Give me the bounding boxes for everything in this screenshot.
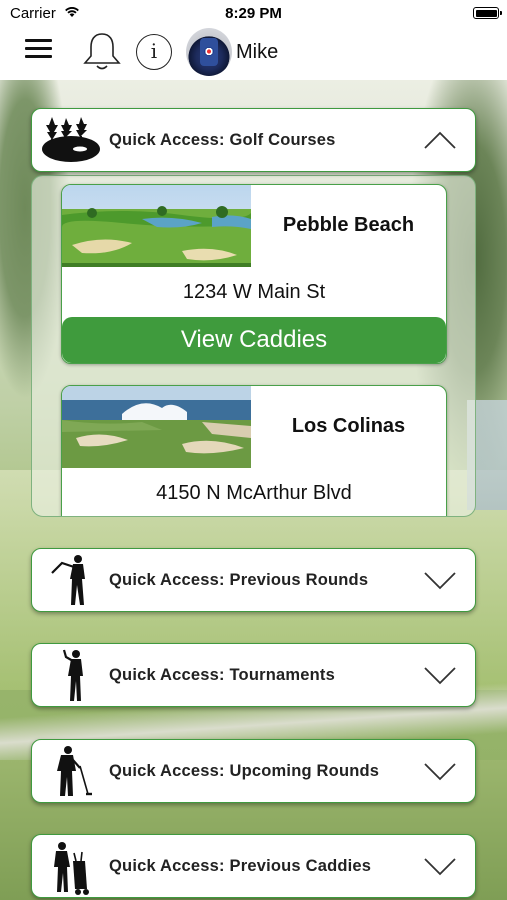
course-address: 1234 W Main St xyxy=(182,281,326,303)
los-colinas-photo xyxy=(62,386,251,468)
golf-course-island-icon xyxy=(42,117,100,162)
previous-rounds-section-header[interactable]: Quick Access: Previous Rounds xyxy=(31,548,476,612)
upcoming-rounds-section-header[interactable]: Quick Access: Upcoming Rounds xyxy=(31,739,476,803)
course-name: Los Colinas xyxy=(291,415,406,437)
golfer-silhouette-icon xyxy=(62,649,83,701)
golf-courses-section-label: Quick Access: Golf Courses xyxy=(109,131,336,149)
view-caddies-button[interactable]: View Caddies xyxy=(62,317,446,363)
previous-caddies-section-label: Quick Access: Previous Caddies xyxy=(109,857,372,875)
course-name: Pebble Beach xyxy=(282,214,415,236)
username-label[interactable]: Mike xyxy=(236,41,278,64)
hamburger-menu-icon[interactable] xyxy=(25,39,53,61)
chevron-down-icon[interactable] xyxy=(423,664,457,686)
caddie-with-bag-icon xyxy=(54,842,89,895)
golfer-with-club-icon xyxy=(57,746,92,796)
tournaments-section-label: Quick Access: Tournaments xyxy=(109,666,335,684)
top-nav-bar: i Mike xyxy=(0,28,507,80)
course-card-pebble-beach[interactable]: Pebble Beach 1234 W Main St View Caddies xyxy=(61,184,447,364)
chevron-down-icon[interactable] xyxy=(423,855,457,877)
notifications-bell-icon[interactable] xyxy=(82,31,122,73)
tournaments-section-header[interactable]: Quick Access: Tournaments xyxy=(31,643,476,707)
upcoming-rounds-section-label: Quick Access: Upcoming Rounds xyxy=(109,762,380,780)
status-bar: Carrier 8:29 PM xyxy=(0,0,507,28)
chevron-up-icon[interactable] xyxy=(423,129,457,151)
user-avatar[interactable] xyxy=(186,28,232,76)
course-card-los-colinas[interactable]: Los Colinas 4150 N McArthur Blvd xyxy=(61,385,447,516)
chevron-down-icon[interactable] xyxy=(423,760,457,782)
chevron-down-icon[interactable] xyxy=(423,569,457,591)
course-address: 4150 N McArthur Blvd xyxy=(156,482,352,504)
golf-courses-panel[interactable]: Pebble Beach 1234 W Main St View Caddies… xyxy=(31,175,476,517)
previous-rounds-section-label: Quick Access: Previous Rounds xyxy=(109,571,369,589)
battery-icon xyxy=(473,7,502,19)
golf-courses-section-header[interactable]: Quick Access: Golf Courses xyxy=(31,108,476,172)
clock: 8:29 PM xyxy=(225,5,282,22)
info-icon[interactable]: i xyxy=(136,34,172,70)
golfer-swing-icon xyxy=(51,555,85,605)
previous-caddies-section-header[interactable]: Quick Access: Previous Caddies xyxy=(31,834,476,898)
pebble-beach-photo xyxy=(62,185,251,267)
